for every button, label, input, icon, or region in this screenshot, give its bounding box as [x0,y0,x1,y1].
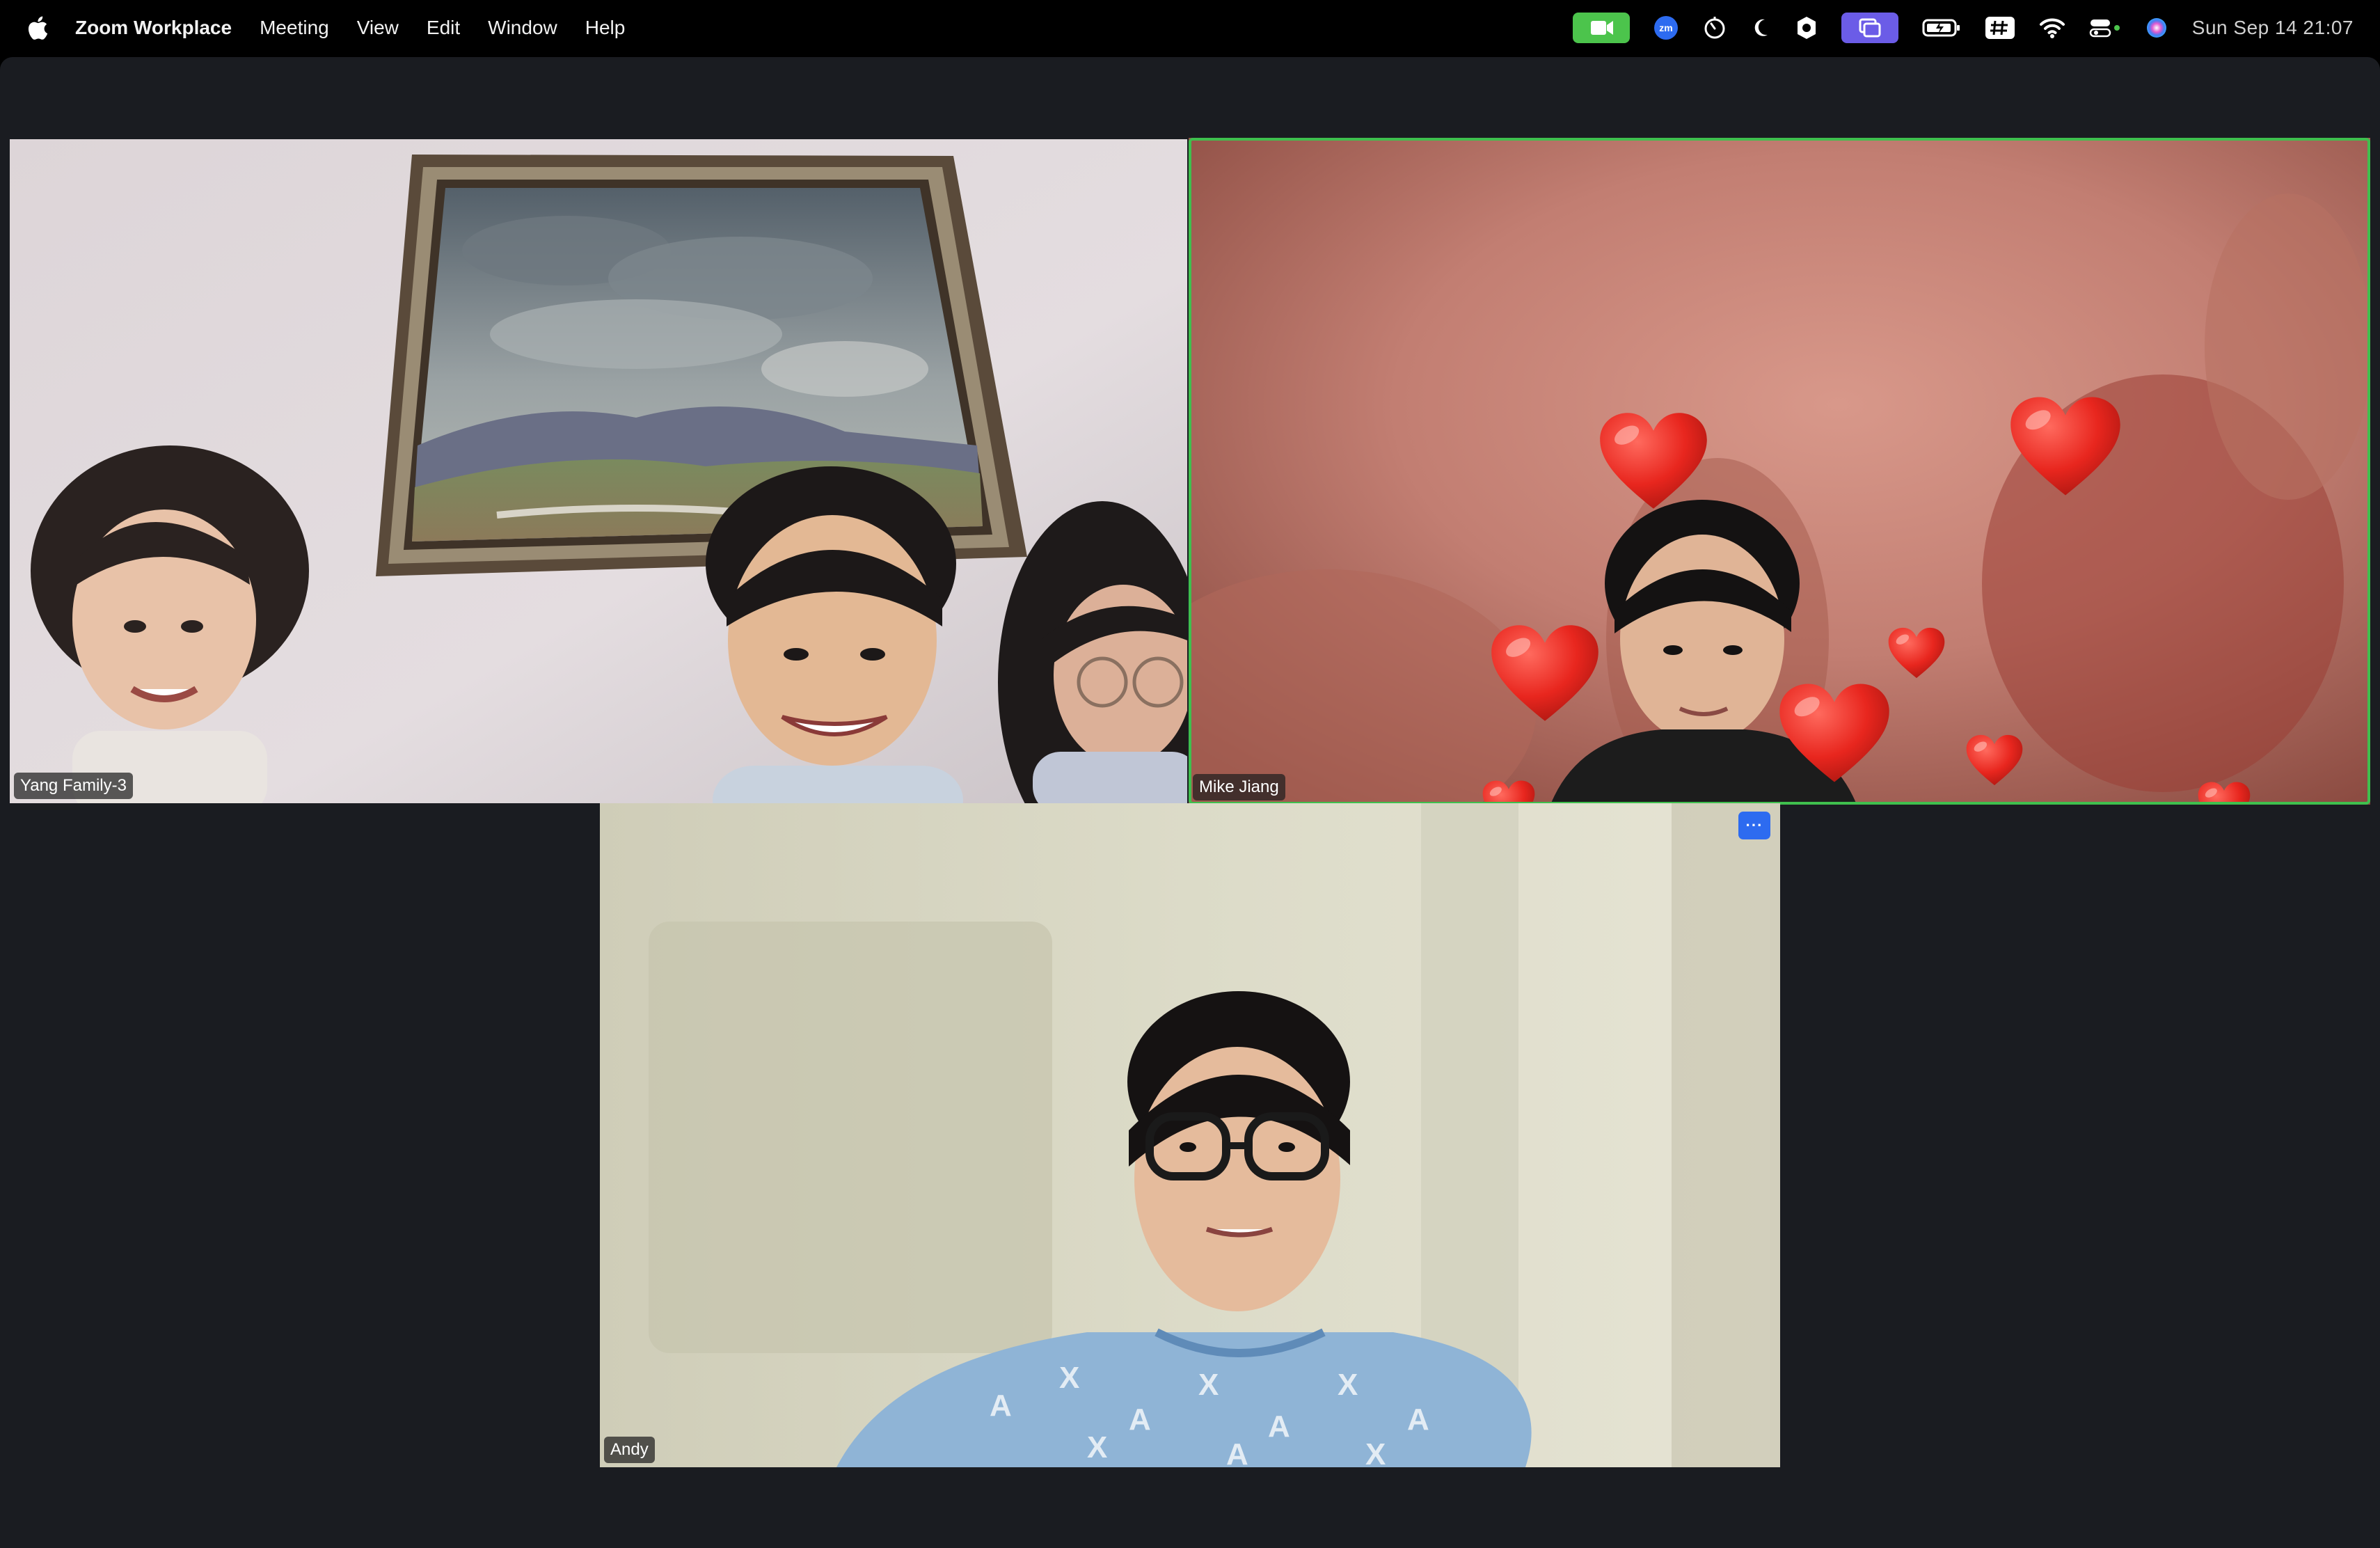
menu-app-name[interactable]: Zoom Workplace [75,17,232,39]
svg-text:A: A [1226,1437,1248,1467]
battery-icon [1922,11,1961,45]
svg-text:A: A [1407,1403,1429,1437]
menu-bar-clock[interactable]: Sun Sep 14 21:07 [2192,17,2354,39]
participant-video-yang-family [10,139,1187,803]
zoom-video-icon[interactable] [1572,11,1630,45]
svg-text:A: A [1129,1403,1151,1437]
video-tile-mike-jiang[interactable]: Mike Jiang [1189,138,2370,805]
video-tile-andy[interactable]: AXA XAX AXA X ··· Andy [600,803,1780,1467]
participant-name-tag: Yang Family-3 [14,773,133,799]
zoom-meeting-window: Yang Family-3 Mike Jiang A X A X A X A X… [0,57,2380,1548]
svg-text:X: X [1365,1437,1386,1467]
siri-icon[interactable] [2145,11,2168,45]
menu-window[interactable]: Window [488,17,557,39]
grid-icon[interactable] [1985,11,2015,45]
participant-name-tag: Mike Jiang [1193,774,1285,800]
menu-help[interactable]: Help [585,17,626,39]
participant-name-tag: Andy [604,1437,655,1463]
menu-edit[interactable]: Edit [427,17,460,39]
control-center-icon[interactable] [2089,11,2121,45]
more-options-button[interactable]: ··· [1738,812,1770,839]
svg-text:A: A [1268,1409,1290,1444]
screen-share-icon[interactable] [1841,11,1898,45]
timer-icon[interactable] [1702,11,1727,45]
video-tile-yang-family[interactable]: Yang Family-3 [10,139,1187,803]
svg-text:X: X [1198,1368,1219,1402]
wifi-icon[interactable] [2039,11,2065,45]
svg-text:A: A [990,1389,1012,1423]
svg-text:zm: zm [1659,22,1672,33]
shield-icon[interactable] [1795,11,1818,45]
svg-text:X: X [1338,1368,1358,1402]
participant-video-mike-jiang [1189,138,2370,805]
svg-text:X: X [1059,1361,1079,1395]
menu-bar: Zoom Workplace Meeting View Edit Window … [0,0,2380,56]
moon-icon[interactable] [1751,11,1772,45]
zoom-app-icon[interactable]: zm [1653,11,1679,45]
menu-meeting[interactable]: Meeting [260,17,329,39]
apple-menu-icon[interactable] [26,15,49,41]
participant-video-andy: AXA XAX AX A X [600,803,1780,1467]
svg-text:X: X [1087,1430,1107,1464]
menu-view[interactable]: View [357,17,399,39]
status-area: zm Sun Sep 14 21:07 [1549,0,2354,56]
